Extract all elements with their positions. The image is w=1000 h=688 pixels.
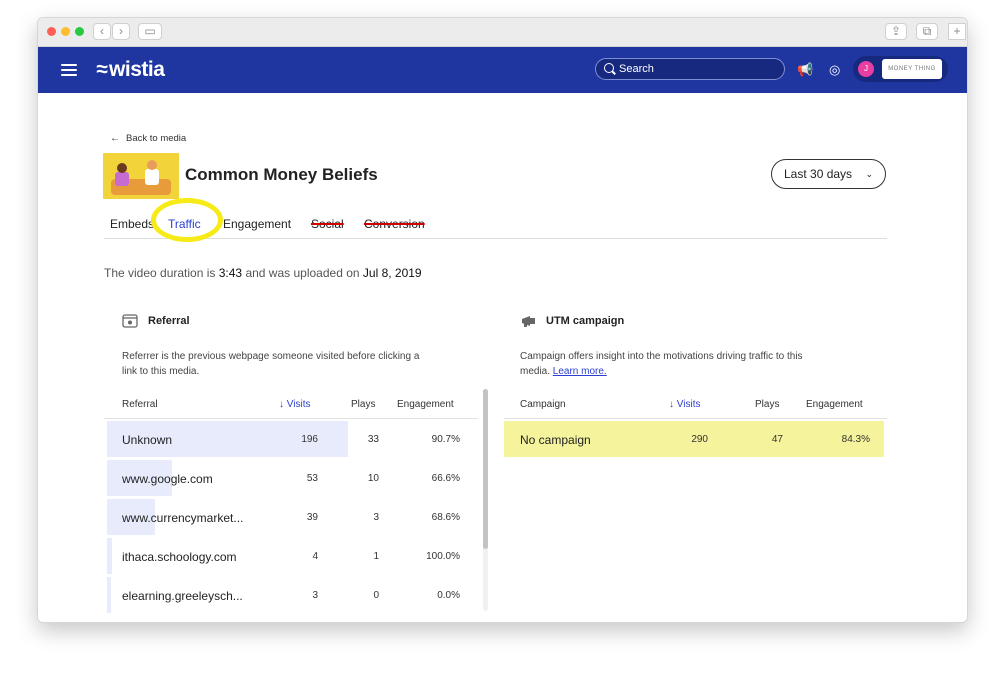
column-campaign[interactable]: Campaign bbox=[520, 399, 566, 410]
messenger-icon[interactable]: ◎ bbox=[829, 62, 840, 78]
column-plays[interactable]: Plays bbox=[351, 399, 375, 410]
account-menu[interactable]: J MONEY THING bbox=[853, 56, 948, 82]
tabs-overview-icon[interactable]: ⧉ bbox=[916, 23, 938, 40]
video-duration: 3:43 bbox=[218, 266, 243, 280]
new-tab-icon[interactable]: + bbox=[948, 23, 966, 40]
referrer-engagement: 100.0% bbox=[426, 551, 460, 562]
annotation-circle bbox=[151, 198, 223, 242]
visits-bar bbox=[107, 577, 111, 613]
column-referral[interactable]: Referral bbox=[122, 399, 158, 410]
zoom-window-button[interactable] bbox=[75, 27, 84, 36]
wistia-mark-icon: ≈ bbox=[96, 58, 108, 81]
forward-arrow-icon[interactable]: › bbox=[112, 23, 130, 40]
app-header: ≈wistia Search 📢 ◎ J MONEY THING bbox=[38, 47, 967, 93]
search-input[interactable]: Search bbox=[595, 58, 785, 80]
main-content: ← Back to media Common Money Beliefs Last… bbox=[38, 93, 967, 622]
referrer-plays: 0 bbox=[373, 590, 379, 601]
video-summary: The video duration is 3:43 and was uploa… bbox=[104, 266, 422, 280]
upload-date: Jul 8, 2019 bbox=[362, 266, 422, 280]
referrer-engagement: 0.0% bbox=[437, 590, 460, 601]
menu-icon[interactable] bbox=[61, 64, 77, 76]
video-thumbnail[interactable] bbox=[103, 153, 179, 199]
account-logo: MONEY THING bbox=[882, 59, 942, 79]
campaign-engagement: 84.3% bbox=[841, 434, 870, 445]
tab-engagement[interactable]: Engagement bbox=[223, 217, 291, 231]
minimize-window-button[interactable] bbox=[61, 27, 70, 36]
referrer-name[interactable]: ithaca.schoology.com bbox=[122, 550, 237, 564]
referrer-name[interactable]: www.currencymarket... bbox=[122, 511, 243, 525]
referrer-engagement: 68.6% bbox=[431, 512, 460, 523]
close-window-button[interactable] bbox=[47, 27, 56, 36]
referrer-name[interactable]: elearning.greeleysch... bbox=[122, 589, 243, 603]
column-engagement[interactable]: Engagement bbox=[397, 399, 454, 410]
megaphone-icon bbox=[522, 316, 535, 327]
back-label: Back to media bbox=[126, 133, 187, 144]
referrer-plays: 1 bbox=[373, 551, 379, 562]
campaign-name[interactable]: No campaign bbox=[520, 433, 591, 447]
referral-description: Referrer is the previous webpage someone… bbox=[122, 351, 420, 377]
wistia-logo[interactable]: ≈wistia bbox=[96, 58, 165, 82]
campaign-plays: 47 bbox=[771, 434, 783, 445]
arrow-left-icon: ← bbox=[110, 133, 120, 144]
search-icon bbox=[604, 63, 614, 73]
referrer-engagement: 66.6% bbox=[431, 473, 460, 484]
tab-embeds[interactable]: Embeds bbox=[110, 217, 154, 231]
back-arrow-icon[interactable]: ‹ bbox=[93, 23, 111, 40]
referrer-plays: 33 bbox=[367, 434, 379, 445]
campaign-visits: 290 bbox=[691, 434, 708, 445]
column-visits[interactable]: ↓ Visits bbox=[669, 399, 701, 410]
referrer-visits: 196 bbox=[301, 434, 318, 445]
megaphone-icon[interactable]: 📢 bbox=[797, 62, 813, 78]
utm-description: Campaign offers insight into the motivat… bbox=[520, 351, 803, 377]
referrer-engagement: 90.7% bbox=[431, 434, 460, 445]
page-title: Common Money Beliefs bbox=[185, 165, 378, 184]
browser-eye-icon bbox=[122, 314, 138, 328]
column-plays[interactable]: Plays bbox=[755, 399, 779, 410]
referral-title: Referral bbox=[148, 315, 190, 327]
utm-title: UTM campaign bbox=[546, 315, 625, 327]
tab-social[interactable]: Social bbox=[311, 217, 344, 231]
referrer-plays: 3 bbox=[373, 512, 379, 523]
date-range-select[interactable]: Last 30 days ⌄ bbox=[771, 159, 886, 189]
referrer-name[interactable]: www.google.com bbox=[122, 472, 213, 486]
avatar: J bbox=[858, 61, 874, 77]
referrer-plays: 10 bbox=[367, 473, 379, 484]
sidebar-toggle-icon[interactable]: ▭ bbox=[138, 23, 162, 40]
tab-conversion[interactable]: Conversion bbox=[364, 217, 425, 231]
date-range-value: Last 30 days bbox=[784, 167, 853, 181]
learn-more-link[interactable]: Learn more. bbox=[553, 366, 607, 377]
referrer-visits: 4 bbox=[312, 551, 318, 562]
back-to-media-link[interactable]: ← Back to media bbox=[110, 133, 186, 144]
referrer-visits: 3 bbox=[312, 590, 318, 601]
search-placeholder: Search bbox=[619, 63, 654, 75]
chevron-down-icon: ⌄ bbox=[865, 169, 873, 179]
browser-window: ‹ › ▭ ⇪ ⧉ + ≈wistia Search 📢 ◎ J MONEY T… bbox=[37, 17, 968, 623]
logo-text: wistia bbox=[109, 58, 165, 81]
referrer-name[interactable]: Unknown bbox=[122, 433, 172, 447]
column-engagement[interactable]: Engagement bbox=[806, 399, 863, 410]
scrollbar-thumb[interactable] bbox=[483, 389, 488, 549]
browser-toolbar: ‹ › ▭ ⇪ ⧉ + bbox=[38, 18, 967, 47]
table-divider bbox=[104, 418, 478, 419]
visits-bar bbox=[107, 538, 112, 574]
referrer-visits: 39 bbox=[306, 512, 318, 523]
column-visits[interactable]: ↓ Visits bbox=[279, 399, 311, 410]
share-icon[interactable]: ⇪ bbox=[885, 23, 907, 40]
referrer-visits: 53 bbox=[306, 473, 318, 484]
table-divider bbox=[504, 418, 887, 419]
